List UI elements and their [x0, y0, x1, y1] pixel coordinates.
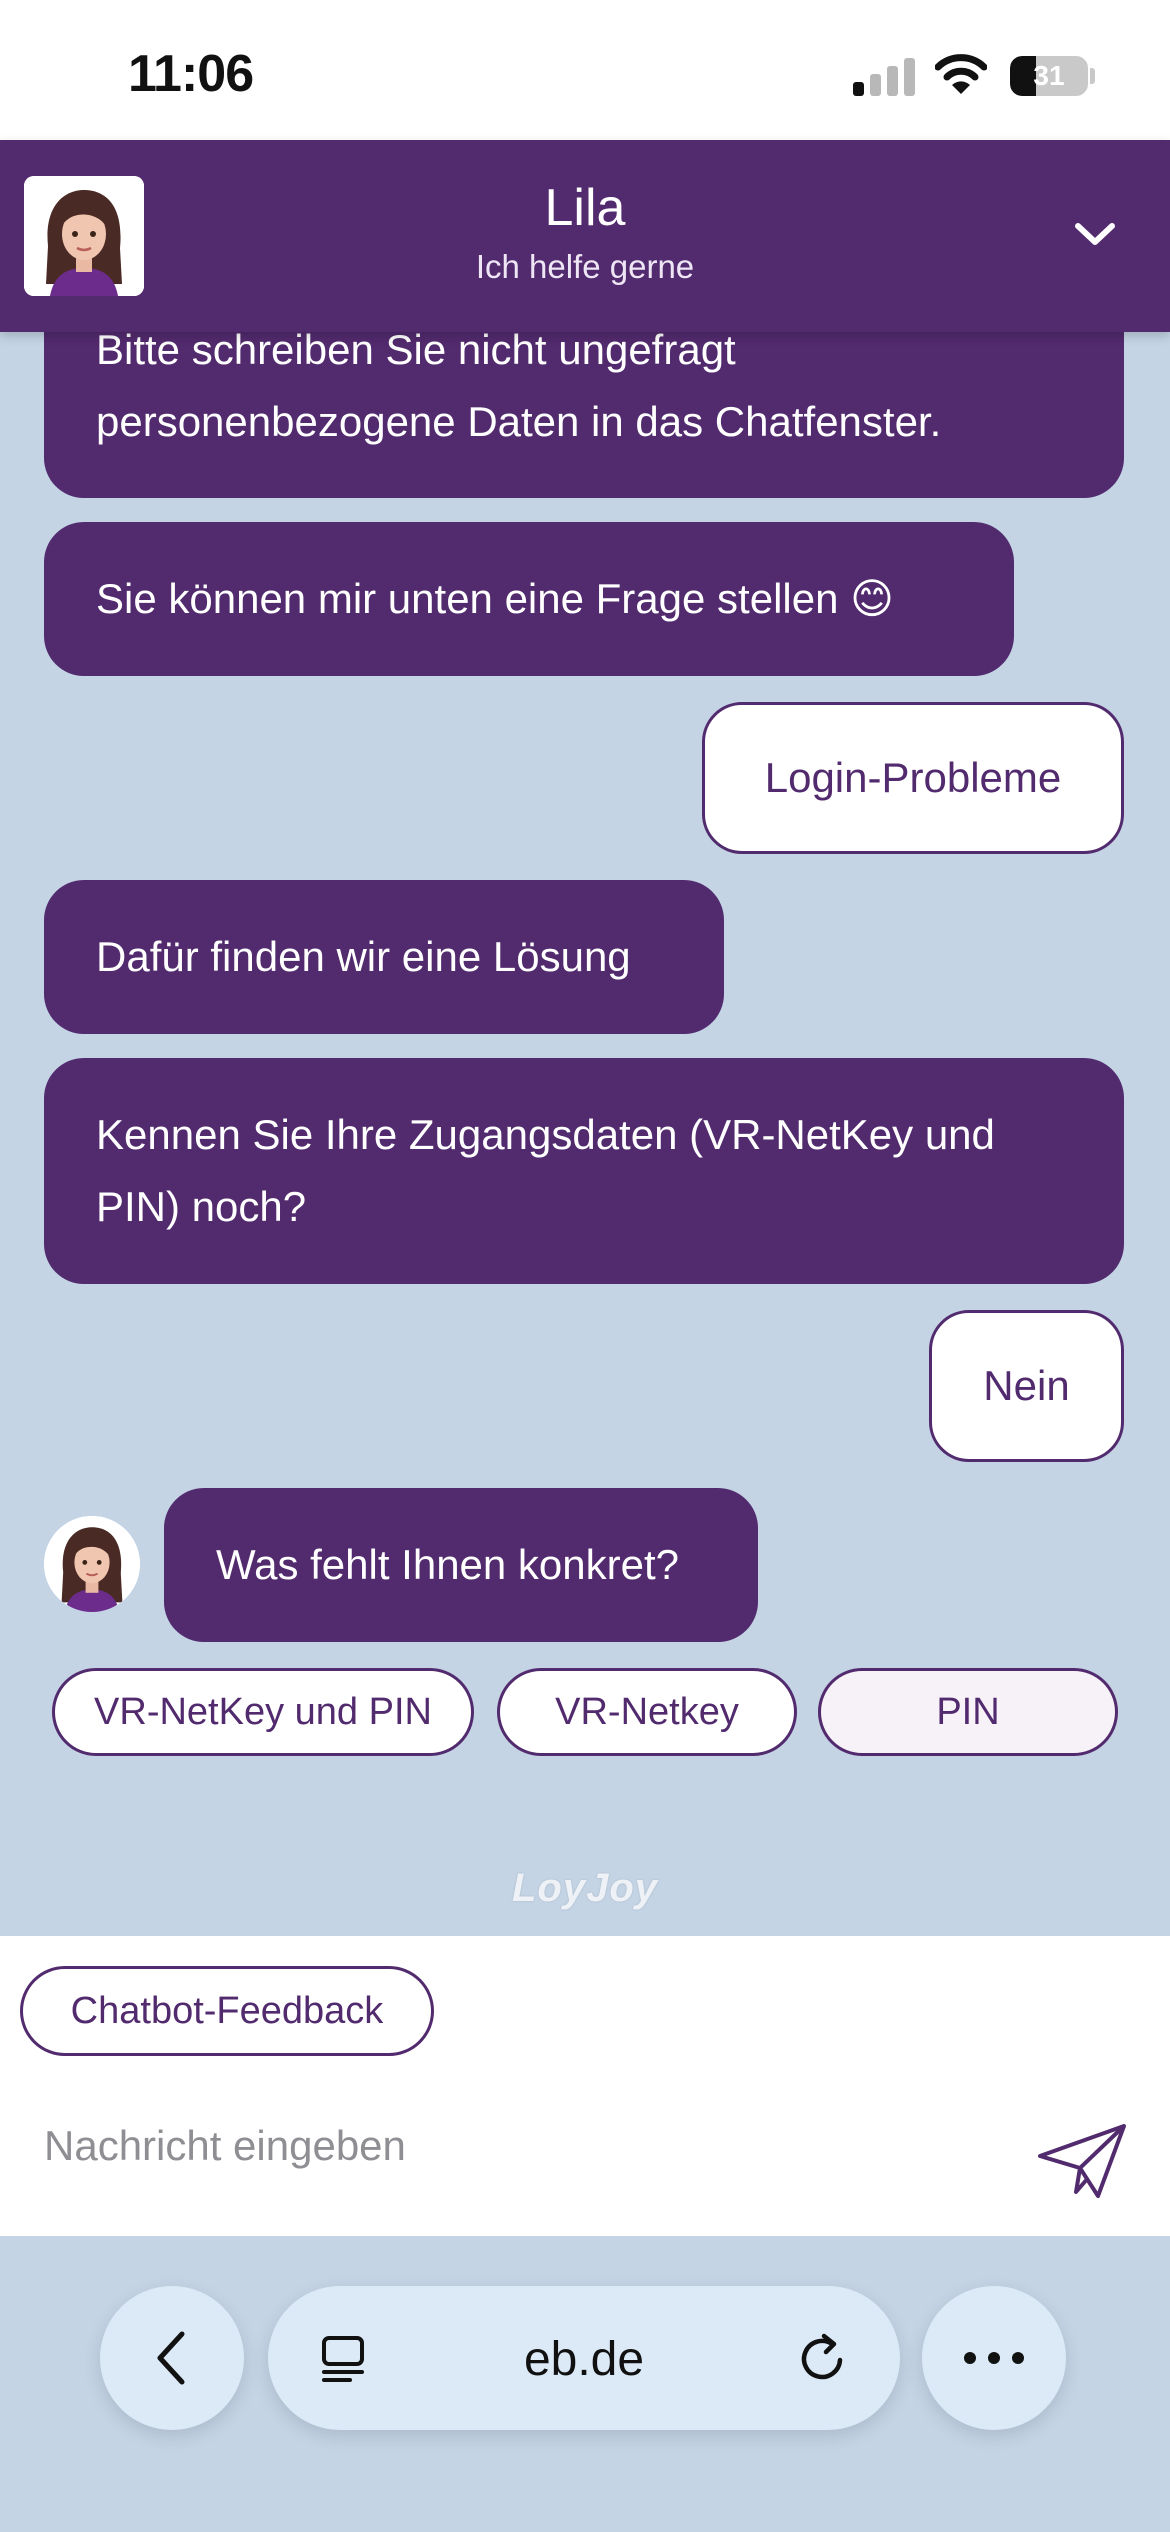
user-message-text: Nein: [983, 1362, 1070, 1409]
user-message-text: Login-Probleme: [764, 754, 1062, 801]
browser-toolbar: eb.de: [0, 2236, 1170, 2532]
more-button[interactable]: [922, 2286, 1066, 2430]
chat-header: Lila Ich helfe gerne: [0, 140, 1170, 332]
user-message: Login-Probleme: [702, 702, 1124, 854]
bot-message-text: Was fehlt Ihnen konkret?: [216, 1541, 680, 1588]
bot-message-text: Sie können mir unten eine Frage stellen …: [96, 575, 894, 622]
message-input[interactable]: [44, 2086, 1004, 2206]
quick-reply-netkey[interactable]: VR-Netkey: [497, 1668, 797, 1756]
reload-icon[interactable]: [796, 2330, 852, 2386]
cellular-signal-icon: [853, 56, 915, 96]
back-icon: [157, 2331, 185, 2385]
bot-message: Sie können mir unten eine Frage stellen …: [44, 522, 1014, 676]
status-time: 11:06: [128, 45, 254, 103]
assistant-subtitle: Ich helfe gerne: [475, 248, 695, 285]
address-bar[interactable]: eb.de: [268, 2286, 900, 2430]
chatbot-feedback-button[interactable]: Chatbot-Feedback: [20, 1966, 434, 2056]
powered-by-logo: LoyJoy: [511, 1866, 659, 1910]
bot-message: Kennen Sie Ihre Zugangsdaten (VR-NetKey …: [44, 1058, 1124, 1284]
chevron-down-icon[interactable]: [1072, 216, 1118, 252]
quick-reply-netkey-and-pin[interactable]: VR-NetKey und PIN: [52, 1668, 474, 1756]
chat-input-area: Chatbot-Feedback: [0, 1936, 1170, 2236]
assistant-name: Lila: [544, 179, 626, 237]
status-bar: 11:06 31: [0, 0, 1170, 140]
bot-message-text: Dafür finden wir eine Lösung: [96, 933, 631, 980]
bot-avatar: [44, 1516, 140, 1612]
back-button[interactable]: [100, 2286, 244, 2430]
quick-reply-pin[interactable]: PIN: [818, 1668, 1118, 1756]
bot-message-text: Kennen Sie Ihre Zugangsdaten (VR-NetKey …: [96, 1111, 995, 1230]
bot-message: Dafür finden wir eine Lösung: [44, 880, 724, 1034]
battery-level: 31: [1033, 60, 1065, 91]
battery-icon: 31: [1010, 56, 1088, 96]
bot-message-text: Bitte schreiben Sie nicht ungefragt pers…: [96, 326, 942, 445]
user-message: Nein: [929, 1310, 1124, 1462]
battery-tip: [1090, 68, 1095, 84]
bot-message: Was fehlt Ihnen konkret?: [164, 1488, 758, 1642]
send-icon[interactable]: [1036, 2122, 1128, 2200]
wifi-icon: [935, 54, 987, 94]
more-icon: [964, 2352, 1024, 2364]
